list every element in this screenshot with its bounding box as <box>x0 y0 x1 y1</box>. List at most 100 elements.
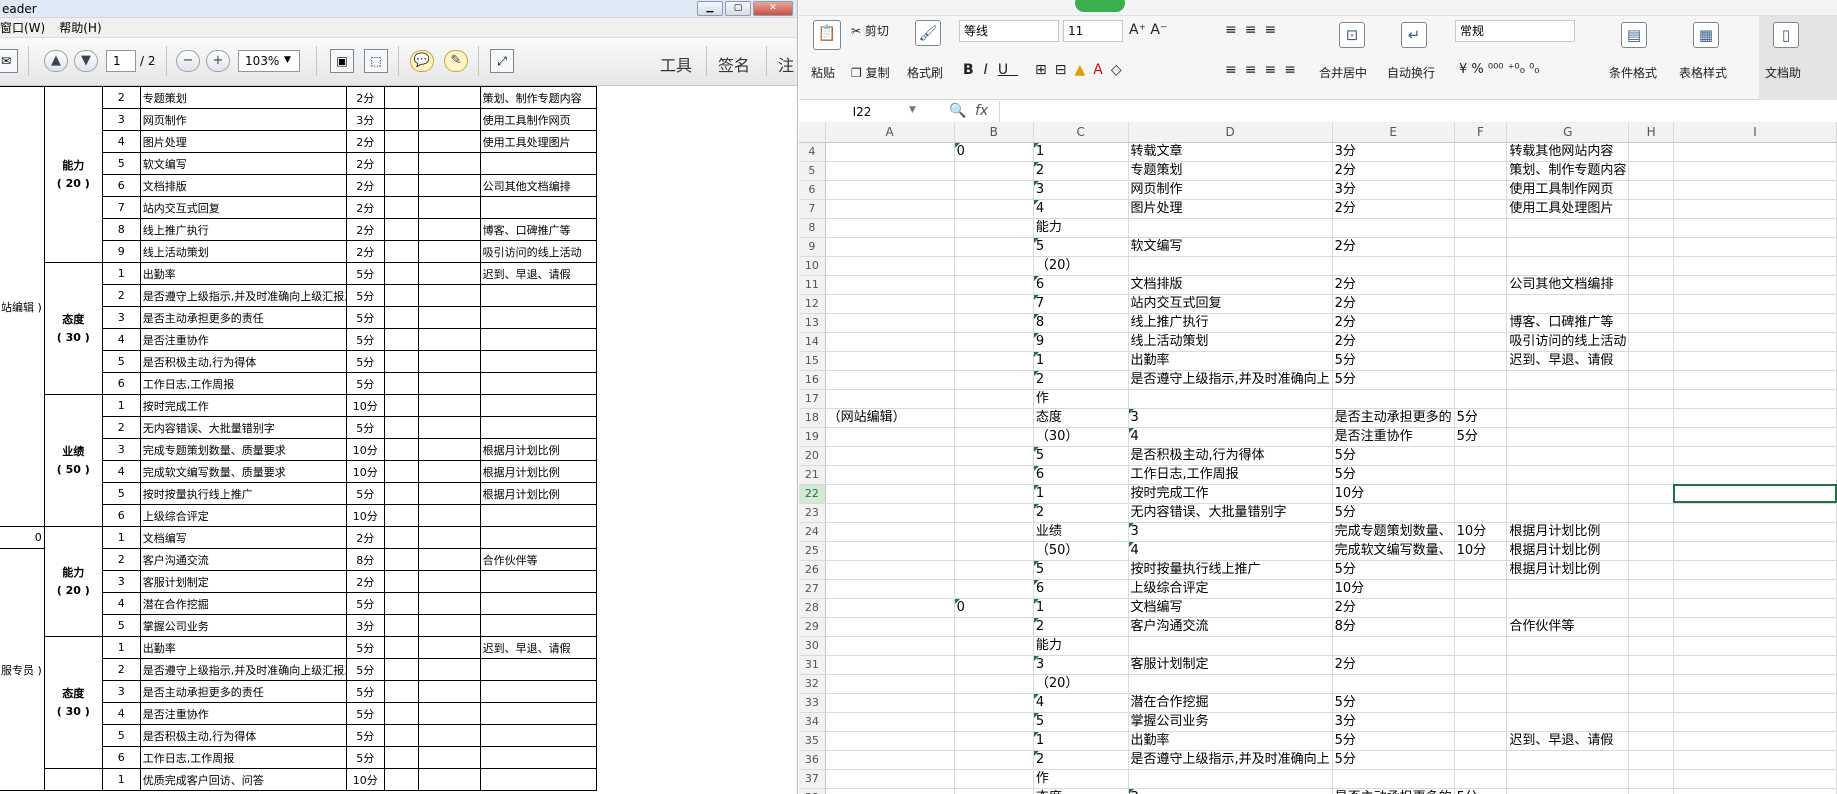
cell-g13[interactable]: 博客、口碑推广等 <box>1506 313 1630 333</box>
cell-e17[interactable] <box>1332 389 1455 409</box>
cell-h4[interactable] <box>1628 142 1674 162</box>
font-grow-icon[interactable]: A⁺ A⁻ <box>1129 22 1167 38</box>
cell-g35[interactable]: 迟到、早退、请假 <box>1506 731 1630 751</box>
cell-h30[interactable] <box>1628 636 1674 656</box>
cell-e36[interactable]: 5分 <box>1332 750 1455 770</box>
cell-i4[interactable] <box>1673 142 1837 162</box>
prev-page-icon[interactable]: ▲ <box>44 50 68 72</box>
cell-d31[interactable]: 客服计划制定 <box>1128 655 1333 675</box>
cell-b19[interactable] <box>954 427 1034 447</box>
row-header[interactable]: 16 <box>799 370 826 390</box>
border-fill-icons[interactable]: ⊞⊟▲A◇ <box>1035 62 1130 78</box>
cell-c17[interactable]: 作 <box>1033 389 1129 409</box>
row-header[interactable]: 29 <box>799 617 826 637</box>
cell-d14[interactable]: 线上活动策划 <box>1128 332 1333 352</box>
cell-c33[interactable]: 4 <box>1033 693 1129 713</box>
cell-h37[interactable] <box>1628 769 1674 789</box>
cell-g25[interactable]: 根据月计划比例 <box>1506 541 1630 561</box>
cell-c34[interactable]: 5 <box>1033 712 1129 732</box>
cell-e16[interactable]: 5分 <box>1332 370 1455 390</box>
row-header[interactable]: 35 <box>799 731 826 751</box>
cell-b34[interactable] <box>954 712 1034 732</box>
close-button[interactable]: ✕ <box>753 1 793 16</box>
cell-g28[interactable] <box>1506 598 1630 618</box>
column-header-b[interactable]: B <box>954 122 1034 143</box>
row-header[interactable]: 9 <box>799 237 826 257</box>
cell-h7[interactable] <box>1628 199 1674 219</box>
row-header[interactable]: 37 <box>799 769 826 789</box>
align-top-icons[interactable]: ≡≡≡ <box>1225 22 1284 38</box>
merge-center-button[interactable]: 合并居中 <box>1319 64 1367 81</box>
cell-a15[interactable] <box>825 351 955 371</box>
cell-e4[interactable]: 3分 <box>1332 142 1455 162</box>
mail-icon[interactable]: ✉ <box>0 49 18 73</box>
cell-h6[interactable] <box>1628 180 1674 200</box>
cell-f6[interactable] <box>1454 180 1508 200</box>
cell-g27[interactable] <box>1506 579 1630 599</box>
number-format-select[interactable]: 常规 <box>1455 20 1575 42</box>
cell-f19[interactable]: 5分 <box>1454 427 1508 447</box>
cell-a22[interactable] <box>825 484 955 504</box>
cell-h38[interactable] <box>1628 788 1674 794</box>
cell-h34[interactable] <box>1628 712 1674 732</box>
cell-c4[interactable]: 1 <box>1033 142 1129 162</box>
cell-c6[interactable]: 3 <box>1033 180 1129 200</box>
cell-c7[interactable]: 4 <box>1033 199 1129 219</box>
cell-d24[interactable]: 3 <box>1128 522 1333 542</box>
cell-e14[interactable]: 2分 <box>1332 332 1455 352</box>
cell-f20[interactable] <box>1454 446 1508 466</box>
cell-f11[interactable] <box>1454 275 1508 295</box>
cell-d17[interactable] <box>1128 389 1333 409</box>
table-style-icon[interactable]: ▦ <box>1693 22 1719 48</box>
cell-a33[interactable] <box>825 693 955 713</box>
cell-g18[interactable] <box>1506 408 1630 428</box>
cell-f27[interactable] <box>1454 579 1508 599</box>
cell-i12[interactable] <box>1673 294 1837 314</box>
cell-c30[interactable]: 能力 <box>1033 636 1129 656</box>
column-header-e[interactable]: E <box>1332 122 1455 143</box>
cell-c12[interactable]: 7 <box>1033 294 1129 314</box>
cell-a4[interactable] <box>825 142 955 162</box>
cell-e12[interactable]: 2分 <box>1332 294 1455 314</box>
cell-a36[interactable] <box>825 750 955 770</box>
cell-d16[interactable]: 是否遵守上级指示,并及时准确向上 <box>1128 370 1333 390</box>
row-header[interactable]: 5 <box>799 161 826 181</box>
cell-d38[interactable]: 3 <box>1128 788 1333 794</box>
row-header[interactable]: 8 <box>799 218 826 238</box>
cell-f36[interactable] <box>1454 750 1508 770</box>
cell-f22[interactable] <box>1454 484 1508 504</box>
row-header[interactable]: 19 <box>799 427 826 447</box>
page-number-input[interactable]: 1 <box>106 50 136 72</box>
cell-g22[interactable] <box>1506 484 1630 504</box>
cell-a25[interactable] <box>825 541 955 561</box>
cell-b10[interactable] <box>954 256 1034 276</box>
font-name-select[interactable]: 等线 <box>959 20 1059 42</box>
cell-a37[interactable] <box>825 769 955 789</box>
cell-d15[interactable]: 出勤率 <box>1128 351 1333 371</box>
cell-e29[interactable]: 8分 <box>1332 617 1455 637</box>
wrap-text-icon[interactable]: ↵ <box>1401 22 1427 48</box>
cell-b24[interactable] <box>954 522 1034 542</box>
row-header[interactable]: 21 <box>799 465 826 485</box>
cell-b4[interactable]: 0 <box>954 142 1034 162</box>
cell-h11[interactable] <box>1628 275 1674 295</box>
cell-c9[interactable]: 5 <box>1033 237 1129 257</box>
cell-h25[interactable] <box>1628 541 1674 561</box>
cell-b5[interactable] <box>954 161 1034 181</box>
cell-d12[interactable]: 站内交互式回复 <box>1128 294 1333 314</box>
cell-i31[interactable] <box>1673 655 1837 675</box>
cell-c8[interactable]: 能力 <box>1033 218 1129 238</box>
cell-g33[interactable] <box>1506 693 1630 713</box>
cell-b29[interactable] <box>954 617 1034 637</box>
fit-page-icon[interactable]: ▣ <box>330 49 354 73</box>
cell-g32[interactable] <box>1506 674 1630 694</box>
number-format-icons[interactable]: ¥ % ⁰⁰⁰ ⁺⁰₀ ⁰₀ <box>1459 62 1540 77</box>
cell-h27[interactable] <box>1628 579 1674 599</box>
cell-i14[interactable] <box>1673 332 1837 352</box>
cell-d11[interactable]: 文档排版 <box>1128 275 1333 295</box>
cell-d6[interactable]: 网页制作 <box>1128 180 1333 200</box>
cell-e11[interactable]: 2分 <box>1332 275 1455 295</box>
cell-h26[interactable] <box>1628 560 1674 580</box>
comment-icon[interactable]: 💬 <box>410 50 434 72</box>
cell-f33[interactable] <box>1454 693 1508 713</box>
